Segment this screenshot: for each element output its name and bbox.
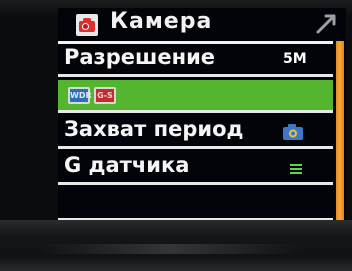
menu-item-resolution[interactable]: Разрешение 5M — [58, 44, 333, 77]
device-bezel-bottom — [0, 220, 352, 271]
page-title: Камера — [110, 9, 213, 34]
scrollbar-thumb[interactable] — [336, 41, 344, 222]
settings-menu: Разрешение 5M WDR G-S Захват период G да… — [58, 41, 333, 222]
menu-item-label: G датчика — [64, 153, 190, 177]
camera-screen: Камера Разрешение 5M WDR G-S Захват пери… — [58, 8, 346, 222]
menu-header: Камера — [58, 8, 346, 42]
menu-item-g-sensor[interactable]: G датчика — [58, 152, 333, 185]
menu-item-capture-period[interactable]: Захват период — [58, 116, 333, 149]
wdr-icon: WDR — [68, 87, 92, 104]
menu-item-image-options[interactable]: WDR G-S — [58, 80, 333, 113]
sensitivity-level-icon — [290, 164, 302, 176]
return-arrow-icon[interactable] — [312, 8, 342, 38]
gs-icon: G-S — [94, 87, 116, 104]
camera-timer-icon — [283, 124, 303, 140]
resolution-value: 5M — [283, 51, 307, 67]
menu-item-label: Захват период — [64, 117, 244, 141]
menu-item-label: Разрешение — [64, 45, 216, 69]
menu-scrollbar[interactable] — [336, 41, 344, 222]
camera-icon — [76, 14, 98, 36]
menu-item-empty[interactable] — [58, 188, 333, 221]
